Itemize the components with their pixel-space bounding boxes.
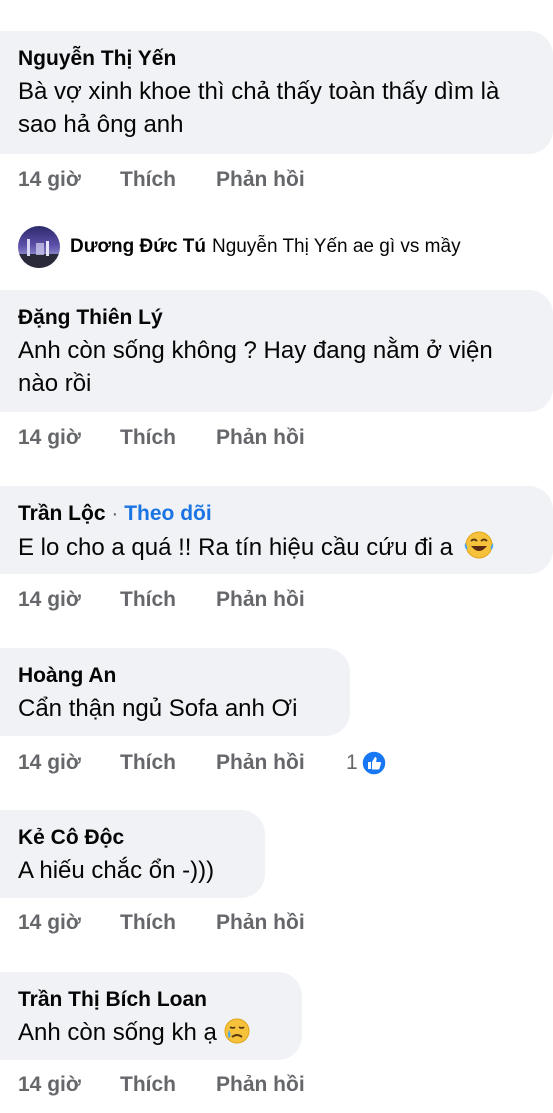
comment-actions: 14 giờ Thích Phản hồi [18, 426, 342, 450]
like-button[interactable]: Thích [120, 588, 216, 612]
like-button[interactable]: Thích [120, 168, 216, 192]
crying-face-emoji [224, 1018, 250, 1044]
comment-text: sao hả ông anh [18, 111, 184, 138]
comment-actions: 14 giờ Thích Phản hồi 1 [18, 750, 387, 776]
commenter-name-row: Trần Lộc · Theo dõi [18, 501, 535, 527]
reply-button[interactable]: Phản hồi [216, 588, 342, 612]
like-button[interactable]: Thích [120, 751, 216, 775]
comment-text: E lo cho a quá !! Ra tín hiệu cầu cứu đi… [18, 534, 453, 561]
commenter-name[interactable]: Nguyễn Thị Yến [18, 46, 535, 72]
reply-text: Nguyễn Thị Yến ae gì vs mầy [212, 236, 461, 257]
reply-button[interactable]: Phản hồi [216, 1073, 342, 1097]
avatar[interactable] [18, 226, 60, 268]
comment-actions: 14 giờ Thích Phản hồi [18, 168, 342, 192]
comment-bubble: Kẻ Cô Độc A hiếu chắc ổn -))) [0, 810, 265, 898]
comment-text: Cẩn thận ngủ Sofa anh Ơi [18, 695, 298, 722]
follow-link[interactable]: Theo dõi [124, 502, 212, 525]
like-button[interactable]: Thích [120, 1073, 216, 1097]
comment-bubble: Trần Lộc · Theo dõi E lo cho a quá !! Ra… [0, 486, 553, 574]
comment-text: Bà vợ xinh khoe thì chả thấy toàn thấy d… [18, 78, 500, 105]
comment-actions: 14 giờ Thích Phản hồi [18, 588, 342, 612]
comment-bubble: Hoàng An Cẩn thận ngủ Sofa anh Ơi [0, 648, 350, 736]
comment-text: Anh còn sống kh ạ [18, 1019, 217, 1046]
reply-button[interactable]: Phản hồi [216, 911, 342, 935]
reply-button[interactable]: Phản hồi [216, 751, 342, 775]
timestamp[interactable]: 14 giờ [18, 911, 120, 935]
comment-actions: 14 giờ Thích Phản hồi [18, 1073, 342, 1097]
timestamp[interactable]: 14 giờ [18, 426, 120, 450]
laughing-tears-emoji [464, 531, 493, 559]
comment-text: A hiếu chắc ổn -))) [18, 857, 215, 884]
comment-actions: 14 giờ Thích Phản hồi [18, 911, 342, 935]
reply-button[interactable]: Phản hồi [216, 426, 342, 450]
reaction-summary[interactable]: 1 [346, 750, 387, 776]
commenter-name[interactable]: Kẻ Cô Độc [18, 825, 247, 851]
comment-text-row: E lo cho a quá !! Ra tín hiệu cầu cứu đi… [18, 530, 535, 564]
like-button[interactable]: Thích [120, 911, 216, 935]
commenter-name[interactable]: Trần Lộc [18, 502, 106, 525]
timestamp[interactable]: 14 giờ [18, 751, 120, 775]
comment-text: nào rồi [18, 370, 92, 397]
comment-bubble: Nguyễn Thị Yến Bà vợ xinh khoe thì chả t… [0, 31, 553, 154]
like-button[interactable]: Thích [120, 426, 216, 450]
comment-text: Anh còn sống không ? Hay đang nằm ở viện [18, 337, 493, 364]
comment-bubble: Đặng Thiên Lý Anh còn sống không ? Hay đ… [0, 290, 553, 412]
timestamp[interactable]: 14 giờ [18, 1073, 120, 1097]
comment-bubble: Trần Thị Bích Loan Anh còn sống kh ạ [0, 972, 302, 1060]
reply-button[interactable]: Phản hồi [216, 168, 342, 192]
reaction-count: 1 [346, 751, 358, 774]
reply-item: Dương Đức Tú Nguyễn Thị Yến ae gì vs mầy [18, 226, 461, 268]
timestamp[interactable]: 14 giờ [18, 168, 120, 192]
separator-dot: · [111, 502, 119, 525]
commenter-name[interactable]: Đặng Thiên Lý [18, 305, 535, 331]
commenter-name[interactable]: Trần Thị Bích Loan [18, 987, 284, 1013]
commenter-name[interactable]: Hoàng An [18, 663, 332, 689]
comment-text-row: Anh còn sống kh ạ [18, 1016, 284, 1049]
timestamp[interactable]: 14 giờ [18, 588, 120, 612]
reply-author[interactable]: Dương Đức Tú [70, 236, 206, 258]
like-icon [360, 750, 387, 776]
